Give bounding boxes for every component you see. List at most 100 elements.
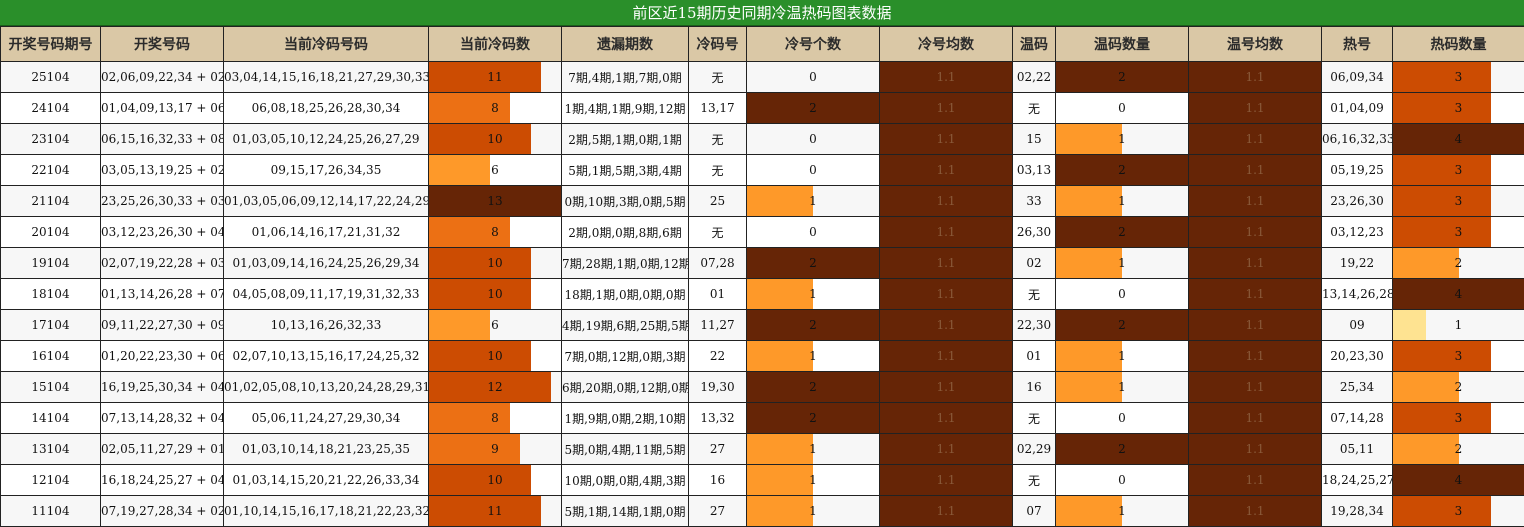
- table-row: 1210416,18,24,25,27 + 04,0901,03,14,15,2…: [0, 464, 1524, 496]
- cell-numbers: 01,20,22,23,30 + 06,07: [100, 340, 224, 372]
- cell-warm-num: 1: [1055, 185, 1189, 217]
- bar-fill: [1393, 341, 1492, 371]
- bar-fill: [747, 341, 813, 371]
- bar-value: 1: [809, 194, 817, 208]
- bar-value: 1: [1118, 380, 1126, 394]
- cell-hot: 05,11: [1321, 433, 1393, 465]
- cell-cold-numbers: 01,03,10,14,18,21,23,25,35: [223, 433, 429, 465]
- cell-warm-avg: 1.1: [1188, 402, 1322, 434]
- cell-miss: 6期,20期,0期,12期,0期: [561, 371, 689, 403]
- cell-hot: 13,14,26,28: [1321, 278, 1393, 310]
- cell-cold-numbers: 01,03,05,06,09,12,14,17,22,24,29,34,35: [223, 185, 429, 217]
- bar-fill: [429, 62, 541, 92]
- cell-warm-num: 0: [1055, 464, 1189, 496]
- cell-cold-avg: 1.1: [879, 433, 1013, 465]
- col-header-warm-num: 温码数量: [1055, 26, 1189, 62]
- bar-fill: [1393, 372, 1459, 402]
- bar-value: 3: [1454, 101, 1463, 115]
- table-row: 1410407,13,14,28,32 + 04,1105,06,11,24,2…: [0, 402, 1524, 434]
- cell-cold-avg: 1.1: [879, 216, 1013, 248]
- bar-value: 3: [1454, 194, 1463, 208]
- cell-cold-numbers: 04,05,08,09,11,17,19,31,32,33: [223, 278, 429, 310]
- bar-value: 2: [1118, 163, 1126, 177]
- table-row: 1710409,11,22,27,30 + 09,1110,13,16,26,3…: [0, 309, 1524, 341]
- cell-miss: 7期,28期,1期,0期,12期: [561, 247, 689, 279]
- bar-value: 10: [487, 287, 503, 301]
- bar-fill: [1393, 248, 1459, 278]
- cell-hot-num: 1: [1392, 309, 1524, 341]
- cell-cold-no: 无: [688, 216, 747, 248]
- col-header-warm: 温码: [1012, 26, 1056, 62]
- cell-hot-num: 3: [1392, 216, 1524, 248]
- cell-miss: 2期,5期,1期,0期,1期: [561, 123, 689, 155]
- cell-cold-avg: 1.1: [879, 309, 1013, 341]
- cell-miss: 2期,0期,0期,8期,6期: [561, 216, 689, 248]
- bar-value: 1: [1454, 318, 1463, 332]
- cell-hot-num: 4: [1392, 123, 1524, 155]
- table-row: 2010403,12,23,26,30 + 04,0701,06,14,16,1…: [0, 216, 1524, 248]
- cell-cold-avg: 1.1: [879, 495, 1013, 527]
- cell-cold-no: 07,28: [688, 247, 747, 279]
- cell-warm: 26,30: [1012, 216, 1056, 248]
- cell-hot: 23,26,30: [1321, 185, 1393, 217]
- bar-fill: [429, 496, 541, 526]
- bar-fill: [429, 341, 531, 371]
- cell-period: 19104: [0, 247, 101, 279]
- cell-cold-num: 0: [746, 123, 880, 155]
- cell-cold-numbers: 03,04,14,15,16,18,21,27,29,30,33: [223, 61, 429, 93]
- cell-miss: 5期,0期,4期,11期,5期: [561, 433, 689, 465]
- cell-numbers: 23,25,26,30,33 + 03,11: [100, 185, 224, 217]
- cell-warm: 33: [1012, 185, 1056, 217]
- cell-numbers: 02,05,11,27,29 + 01,11: [100, 433, 224, 465]
- cell-hot-num: 2: [1392, 433, 1524, 465]
- cell-cold-no: 25: [688, 185, 747, 217]
- cell-cold-avg: 1.1: [879, 154, 1013, 186]
- cell-cold-num: 0: [746, 216, 880, 248]
- col-header-cold-avg: 冷号均数: [879, 26, 1013, 62]
- cell-cold-avg: 1.1: [879, 371, 1013, 403]
- cell-cold-no: 16: [688, 464, 747, 496]
- cell-warm-avg: 1.1: [1188, 92, 1322, 124]
- bar-fill: [1393, 496, 1492, 526]
- page-title: 前区近15期历史同期冷温热码图表数据: [0, 0, 1524, 26]
- cell-cold-count: 11: [428, 495, 562, 527]
- cell-cold-num: 1: [746, 340, 880, 372]
- cell-hot: 06,16,32,33: [1321, 123, 1393, 155]
- cell-numbers: 02,06,09,22,34 + 02,08: [100, 61, 224, 93]
- cell-hot-num: 2: [1392, 247, 1524, 279]
- cell-cold-numbers: 06,08,18,25,26,28,30,34: [223, 92, 429, 124]
- cell-warm-avg: 1.1: [1188, 464, 1322, 496]
- cell-cold-no: 01: [688, 278, 747, 310]
- bar-value: 4: [1454, 132, 1463, 146]
- col-header-cold-no: 冷码号: [688, 26, 747, 62]
- cell-cold-numbers: 01,06,14,16,17,21,31,32: [223, 216, 429, 248]
- bar-fill: [1393, 310, 1426, 340]
- cell-cold-num: 2: [746, 309, 880, 341]
- cell-hot: 06,09,34: [1321, 61, 1393, 93]
- cell-numbers: 07,13,14,28,32 + 04,11: [100, 402, 224, 434]
- cell-warm: 07: [1012, 495, 1056, 527]
- cell-cold-no: 13,32: [688, 402, 747, 434]
- bar-fill: [1393, 434, 1459, 464]
- cell-cold-numbers: 09,15,17,26,34,35: [223, 154, 429, 186]
- cell-warm-avg: 1.1: [1188, 216, 1322, 248]
- bar-value: 11: [487, 504, 503, 518]
- bar-value: 0: [809, 225, 817, 239]
- bar-value: 2: [1118, 442, 1126, 456]
- cell-warm-num: 1: [1055, 495, 1189, 527]
- bar-value: 2: [1118, 318, 1126, 332]
- cell-miss: 0期,10期,3期,0期,5期: [561, 185, 689, 217]
- bar-fill: [429, 310, 490, 340]
- cell-cold-count: 10: [428, 123, 562, 155]
- cell-period: 17104: [0, 309, 101, 341]
- cell-period: 23104: [0, 123, 101, 155]
- bar-value: 10: [487, 473, 503, 487]
- cell-cold-count: 8: [428, 216, 562, 248]
- table-row: 1510416,19,25,30,34 + 04,0901,02,05,08,1…: [0, 371, 1524, 403]
- cell-warm-num: 2: [1055, 61, 1189, 93]
- cell-warm-num: 2: [1055, 216, 1189, 248]
- cell-cold-num: 0: [746, 61, 880, 93]
- cell-hot-num: 4: [1392, 464, 1524, 496]
- col-header-cold-numbers: 当前冷码号码: [223, 26, 429, 62]
- bar-fill: [1393, 155, 1492, 185]
